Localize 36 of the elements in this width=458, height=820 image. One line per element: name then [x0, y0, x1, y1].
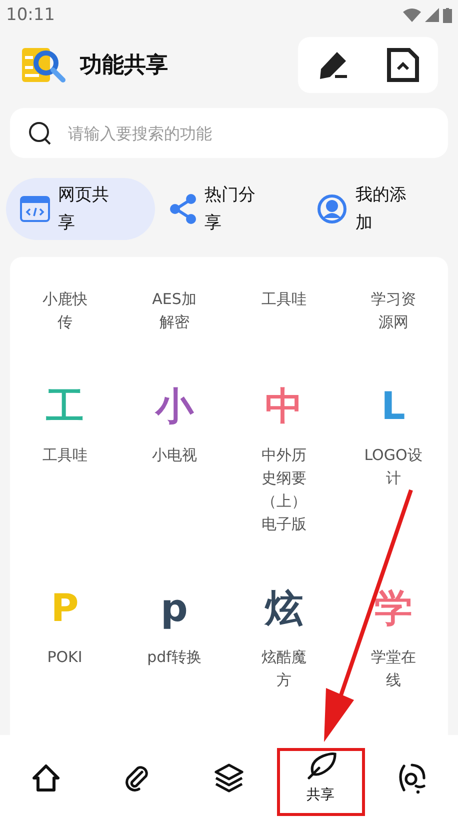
app-logo-icon [22, 46, 66, 84]
feature-glyph[interactable]: p [160, 580, 188, 636]
feature-label[interactable]: 小鹿快传 [35, 288, 94, 334]
feature-label[interactable]: LOGO设计 [364, 444, 423, 490]
home-icon [30, 762, 61, 792]
battery-icon [443, 8, 452, 22]
search-field[interactable]: 请输入要搜索的功能 [10, 108, 448, 158]
feature-label[interactable]: 中外历史纲要（上）电子版 [254, 444, 314, 536]
page-title: 功能共享 [80, 52, 169, 80]
feature-label[interactable]: 小电视 [152, 444, 197, 467]
category-tab[interactable]: 我的添加 [303, 178, 452, 240]
status-time: 10:11 [6, 5, 55, 25]
browser-code-icon [20, 196, 50, 222]
image-file-icon[interactable] [387, 48, 419, 82]
category-tab[interactable]: 热门分享 [154, 178, 304, 240]
layers-icon [212, 762, 245, 794]
feature-label[interactable]: 学习资源网 [364, 288, 423, 334]
feature-label[interactable]: POKI [47, 646, 82, 669]
search-icon [28, 121, 52, 145]
feature-label[interactable]: 炫酷魔方 [254, 646, 314, 692]
share-icon [168, 194, 197, 224]
edit-icon[interactable] [317, 49, 349, 81]
signal-icon [425, 8, 439, 22]
nav-item[interactable]: 共享 [286, 752, 356, 804]
feature-label[interactable]: 学堂在线 [364, 646, 423, 692]
feature-label[interactable]: AES加解密 [144, 288, 204, 334]
feature-glyph[interactable]: 炫 [264, 580, 303, 636]
feature-glyph[interactable]: 小 [155, 378, 194, 434]
user-icon [317, 194, 348, 224]
feather-icon [304, 752, 337, 780]
circle-arcs-icon [396, 762, 428, 794]
category-tab[interactable]: 网页共享 [6, 178, 155, 240]
feature-label[interactable]: 工具哇 [42, 444, 88, 467]
feature-label[interactable]: pdf转换 [147, 646, 202, 669]
feature-label[interactable]: 工具哇 [261, 288, 306, 311]
wifi-icon [403, 8, 421, 22]
